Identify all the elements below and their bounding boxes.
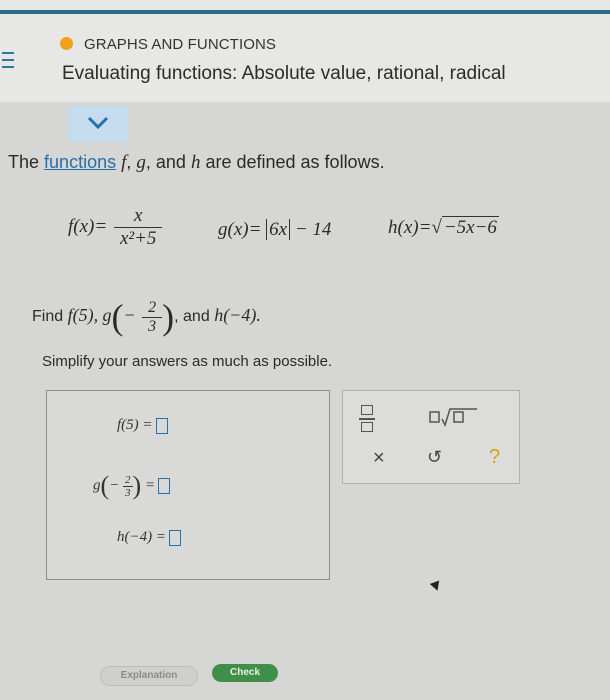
functions-link[interactable]: functions: [44, 152, 116, 172]
answer-g-input[interactable]: [158, 478, 171, 494]
h-label: h(x)=: [388, 217, 432, 238]
find-h: h(−4).: [214, 305, 261, 326]
simplify-instruction: Simplify your answers as much as possibl…: [42, 353, 333, 370]
math-keypad: × ↺ ?: [342, 390, 520, 484]
h-definition: h(x)=√ −5x−6: [388, 216, 499, 238]
find-g-denominator: 3: [148, 317, 157, 335]
h-radicand: −5x−6: [441, 216, 499, 238]
find-label: Find: [32, 308, 64, 326]
find-instruction: Find f(5), g(− 2 3 ), and h(−4).: [32, 297, 261, 337]
collapse-button[interactable]: [68, 106, 128, 142]
answer-g-numerator: 2: [123, 473, 133, 487]
menu-icon[interactable]: [2, 52, 14, 70]
check-button[interactable]: Check: [212, 664, 278, 682]
f-numerator: x: [113, 205, 163, 228]
g-definition: g(x)= 6x − 14: [218, 219, 331, 241]
explanation-button[interactable]: Explanation: [100, 666, 198, 686]
undo-key-icon[interactable]: ↺: [427, 447, 442, 468]
header: GRAPHS AND FUNCTIONS Evaluating function…: [0, 0, 610, 102]
clear-key-icon[interactable]: ×: [373, 447, 385, 470]
answer-g-equals: =: [144, 477, 156, 494]
f-definition: f(x)= x x²+5: [68, 205, 163, 250]
g-constant: − 14: [294, 219, 332, 240]
topic-status-dot: [60, 37, 73, 50]
find-g-fraction: 2 3: [142, 299, 163, 336]
problem-intro: The functions f, g, and h are defined as…: [8, 152, 385, 173]
g-absolute-value: 6x: [266, 219, 291, 240]
answer-h-row: h(−4) =: [117, 529, 181, 546]
answer-box: f(5) = g(− 2 3 ) = h(−4) =: [46, 390, 330, 580]
find-f: f(5),: [67, 305, 99, 326]
find-g-sign: −: [123, 305, 136, 326]
answer-g-sign: −: [109, 477, 120, 494]
answer-g-denominator: 3: [125, 486, 131, 499]
intro-text-end: are defined as follows.: [205, 152, 385, 172]
answer-f-row: f(5) =: [117, 417, 168, 434]
nth-root-key-icon[interactable]: [429, 407, 479, 427]
f-label: f(x)=: [68, 215, 108, 237]
answer-g-row: g(− 2 3 ) =: [93, 471, 171, 501]
g-label: g(x)=: [218, 219, 262, 240]
f-denominator: x²+5: [119, 228, 157, 249]
answer-g-fraction: 2 3: [123, 474, 133, 499]
answer-f-input[interactable]: [155, 417, 168, 434]
answer-h-label: h(−4) =: [117, 529, 166, 545]
answer-g-label: g: [93, 477, 101, 494]
find-g: g: [102, 305, 112, 326]
topic-title: GRAPHS AND FUNCTIONS: [84, 36, 277, 53]
find-g-numerator: 2: [142, 299, 163, 318]
help-key-icon[interactable]: ?: [489, 446, 500, 469]
top-accent-bar: [0, 10, 610, 14]
fraction-key-icon[interactable]: [359, 405, 375, 435]
find-and: , and: [174, 308, 210, 326]
intro-text-start: The: [8, 152, 40, 172]
lesson-subtitle: Evaluating functions: Absolute value, ra…: [62, 63, 506, 84]
answer-h-input[interactable]: [168, 529, 181, 546]
chevron-down-icon: [87, 116, 109, 130]
f-fraction: x x²+5: [113, 205, 163, 250]
answer-f-label: f(5) =: [117, 417, 153, 433]
